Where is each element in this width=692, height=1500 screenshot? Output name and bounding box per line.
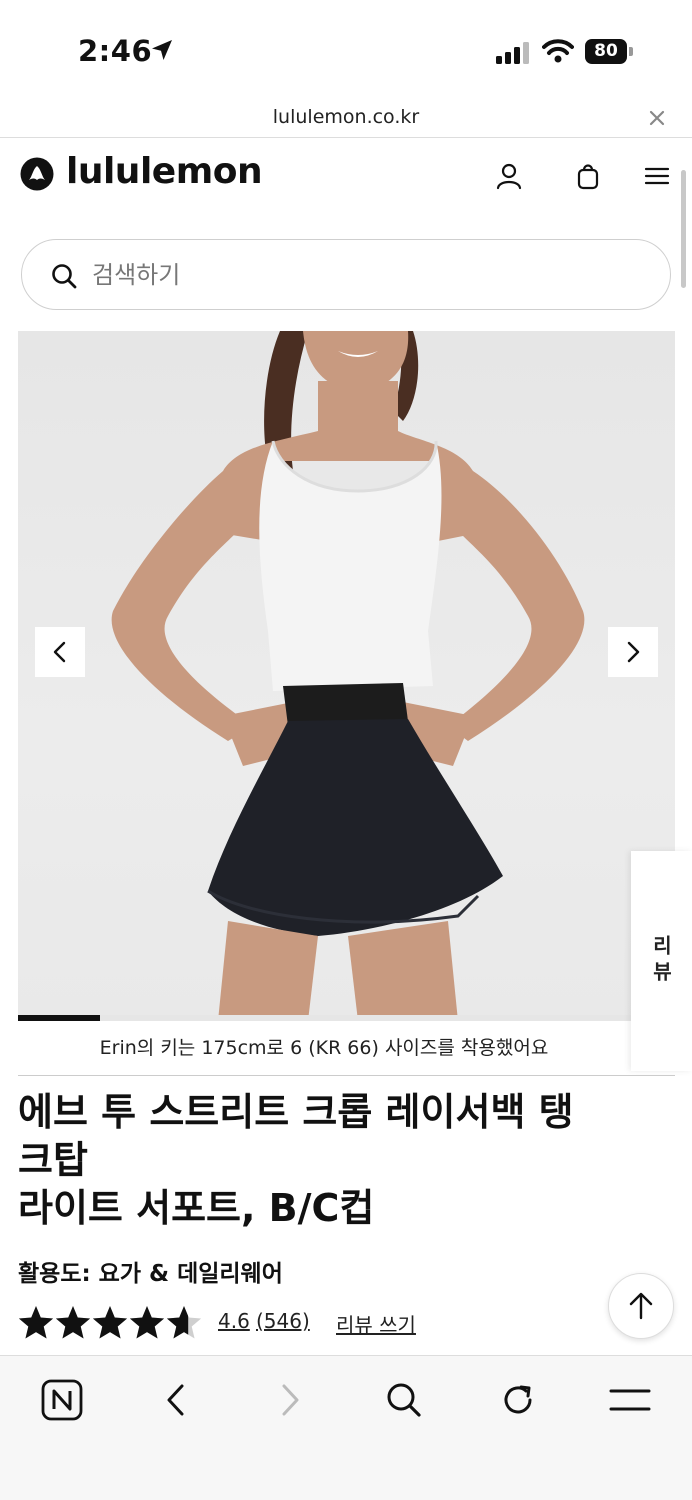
menu-icon [609,1389,651,1411]
wifi-icon [542,39,574,63]
search-icon [52,264,77,289]
reviews-side-tab-label: 리뷰 [649,935,673,987]
gallery-prev-button[interactable] [35,627,85,677]
chevron-left-icon [53,641,66,663]
signal-icon [496,42,529,64]
battery-indicator: 80 [585,39,633,64]
product-title: 에브 투 스트리트 크롭 레이서백 탱 크탑 라이트 서포트, B/C컵 [18,1088,658,1232]
product-image[interactable] [18,331,675,1021]
divider [18,1075,675,1076]
account-icon[interactable] [494,161,524,191]
search-icon [387,1383,421,1417]
arrow-up-icon [629,1292,653,1320]
logo-text[interactable]: lululemon [66,151,263,192]
scrollbar[interactable] [681,170,686,288]
product-title-line2: 크탑 [18,1138,88,1182]
back-icon [167,1384,184,1416]
refresh-icon [504,1385,532,1414]
browser-back-button[interactable] [154,1378,198,1422]
scroll-to-top-button[interactable] [608,1273,674,1339]
product-activity: 활용도: 요가 & 데일리웨어 [18,1261,283,1287]
reviews-side-tab[interactable]: 리뷰 [631,851,692,1071]
fit-note: Erin의 키는 175cm로 6 (KR 66) 사이즈를 착용했어요 [99,1037,549,1059]
naver-n-icon [41,1379,83,1421]
chevron-right-icon [627,641,640,663]
naver-home-button[interactable] [40,1378,84,1422]
site-header: lululemon [0,139,692,229]
url-bar[interactable]: lululemon.co.kr [0,100,692,138]
search-box[interactable] [21,239,671,310]
status-bar: 2:46 80 [0,0,692,100]
browser-toolbar [0,1355,692,1500]
star-filled-icon [129,1306,165,1339]
product-title-line1: 에브 투 스트리트 크롭 레이서백 탱 [18,1090,574,1134]
gallery-next-button[interactable] [608,627,658,677]
rating-row: 4.6 (546) 리뷰 쓰기 [18,1303,578,1343]
star-filled-icon [92,1306,128,1339]
browser-menu-button[interactable] [608,1378,652,1422]
browser-search-button[interactable] [382,1378,426,1422]
rating-value[interactable]: 4.6 [218,1309,250,1333]
menu-icon[interactable] [642,161,672,191]
location-arrow-icon [152,40,172,60]
url-text[interactable]: lululemon.co.kr [0,106,692,128]
lululemon-logo-icon[interactable] [20,157,54,191]
review-count[interactable]: (546) [256,1309,310,1333]
status-time: 2:46 [78,34,153,68]
star-rating[interactable] [18,1305,202,1341]
star-filled-icon [55,1306,91,1339]
forward-icon [282,1384,299,1416]
close-icon[interactable] [645,106,669,130]
search-input[interactable] [92,254,632,296]
gallery-progress [18,1015,675,1021]
gallery-progress-fill [18,1015,101,1021]
product-title-line3: 라이트 서포트, B/C컵 [18,1186,375,1230]
battery-level: 80 [585,39,627,64]
browser-forward-button[interactable] [268,1378,312,1422]
battery-cap [629,47,633,56]
browser-refresh-button[interactable] [496,1378,540,1422]
model-photo [111,331,585,1021]
write-review-link[interactable]: 리뷰 쓰기 [336,1309,416,1338]
shopping-bag-icon[interactable] [573,161,603,191]
star-filled-icon [18,1306,54,1339]
